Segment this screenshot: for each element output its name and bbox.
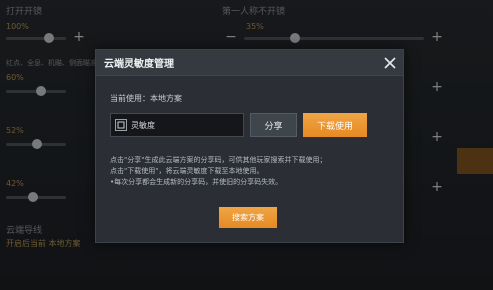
close-icon[interactable] <box>383 56 397 70</box>
dialog-title: 云端灵敏度管理 <box>104 59 174 70</box>
dialog-header: 云端灵敏度管理 <box>96 50 403 76</box>
search-scheme-button[interactable]: 搜索方案 <box>219 207 277 228</box>
dialog-body: 当前使用：本地方案 灵敏度 分享 下载使用 点击"分享"生成此云端方案的分享码，… <box>96 76 403 188</box>
desc-line-3: •每次分享都会生成新的分享码，并使旧的分享码失效。 <box>110 178 283 186</box>
checkbox-icon[interactable] <box>115 119 127 131</box>
share-button[interactable]: 分享 <box>250 113 297 137</box>
desc-line-2: 点击"下载使用"，将云端灵敏度下载至本地使用。 <box>110 167 264 175</box>
scheme-action-row: 灵敏度 分享 下载使用 <box>110 112 389 138</box>
current-scheme-label: 当前使用：本地方案 <box>110 94 182 103</box>
description: 点击"分享"生成此云端方案的分享码，可供其他玩家搜索并下载使用； 点击"下载使用… <box>110 155 389 188</box>
download-use-button[interactable]: 下载使用 <box>303 113 367 137</box>
cloud-sensitivity-dialog: 云端灵敏度管理 当前使用：本地方案 灵敏度 分享 下载使用 点击"分享"生成此云… <box>95 49 404 243</box>
scheme-name: 灵敏度 <box>131 120 155 130</box>
scheme-name-field[interactable]: 灵敏度 <box>110 113 244 137</box>
desc-line-1: 点击"分享"生成此云端方案的分享码，可供其他玩家搜索并下载使用； <box>110 156 327 164</box>
